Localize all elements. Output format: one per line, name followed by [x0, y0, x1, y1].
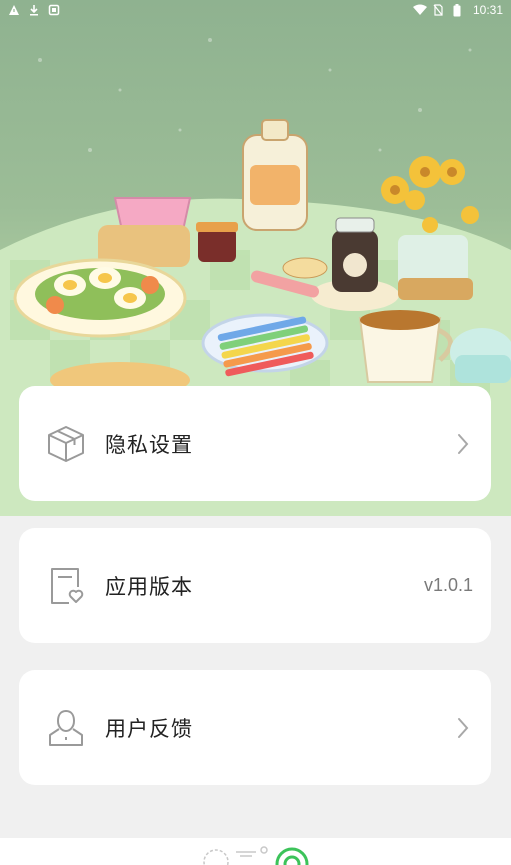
battery-icon [453, 4, 465, 17]
download-icon [28, 4, 40, 16]
status-bar: 10:31 [0, 0, 511, 20]
user-feedback-item[interactable]: 用户反馈 [19, 670, 491, 785]
chevron-right-icon [453, 430, 473, 458]
app-version-item[interactable]: 应用版本 v1.0.1 [19, 528, 491, 643]
app-version-label: 应用版本 [105, 574, 193, 599]
privacy-settings-label: 隐私设置 [105, 432, 193, 457]
clock: 10:31 [472, 3, 503, 17]
chevron-right-icon [453, 714, 473, 742]
user-feedback-label: 用户反馈 [105, 716, 193, 741]
privacy-settings-item[interactable]: 隐私设置 [19, 386, 491, 501]
app-version-value: v1.0.1 [423, 575, 473, 595]
warning-icon [8, 4, 20, 16]
nav-home-icon[interactable] [275, 847, 309, 865]
document-heart-icon [45, 565, 87, 607]
bottom-navigation [0, 838, 511, 865]
user-icon [45, 707, 87, 749]
wifi-icon [412, 4, 427, 16]
nav-scribble-icon[interactable] [203, 846, 268, 865]
box-icon [45, 423, 87, 465]
app-notification-icon [48, 4, 60, 16]
no-sim-icon [433, 4, 445, 16]
